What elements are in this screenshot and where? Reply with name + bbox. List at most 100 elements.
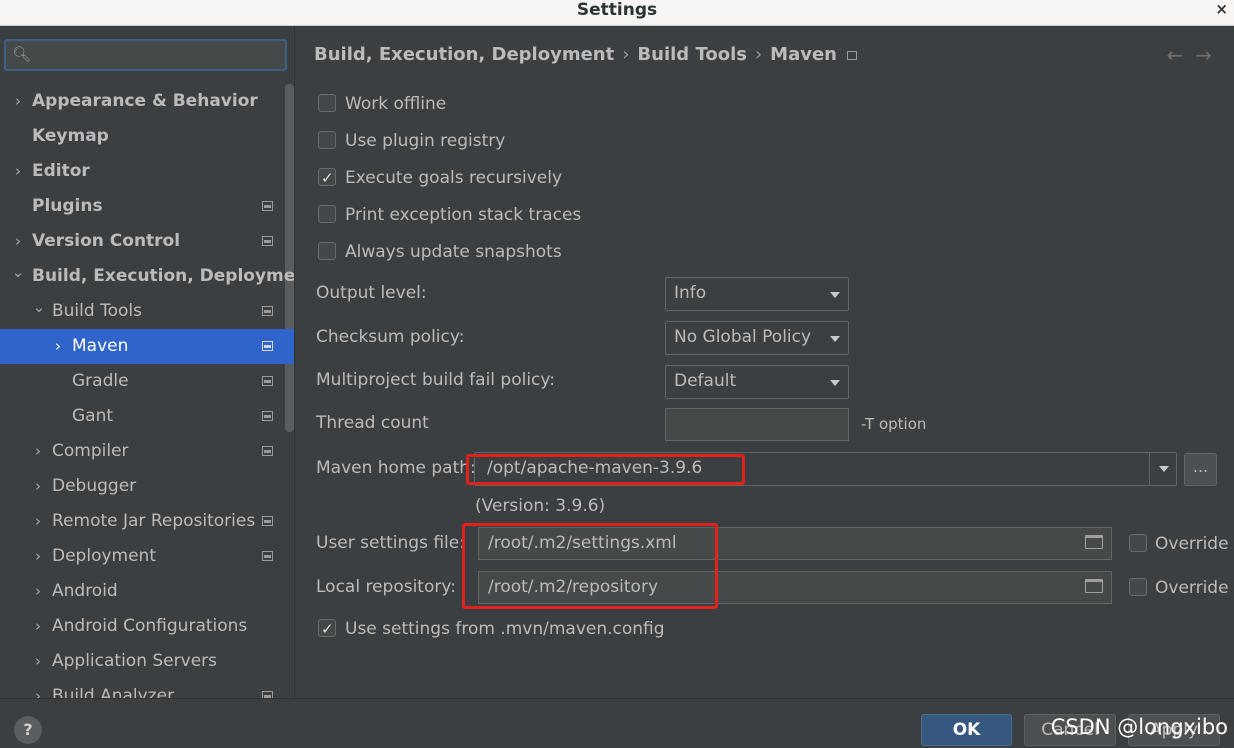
project-settings-icon: [262, 341, 273, 351]
dropdown-arrow-icon: [830, 380, 840, 386]
sidebar-item-build-tools[interactable]: ⌄ Build Tools: [0, 294, 294, 329]
user-settings-override-checkbox[interactable]: [1129, 534, 1147, 552]
project-settings-icon: [262, 691, 273, 698]
chevron-right-icon[interactable]: ›: [51, 329, 65, 364]
watermark-text: CSDN @longxibo: [1050, 715, 1228, 739]
sidebar-item-label: Version Control: [32, 231, 181, 251]
close-icon[interactable]: ×: [1215, 0, 1228, 18]
sidebar-item-label: Appearance & Behavior: [32, 91, 258, 111]
always-update-snapshots-label: Always update snapshots: [345, 242, 562, 262]
chevron-right-icon[interactable]: ›: [11, 224, 25, 259]
execute-goals-recursively-checkbox[interactable]: [318, 166, 336, 190]
chevron-right-icon[interactable]: ›: [11, 84, 25, 119]
project-settings-icon: [262, 236, 273, 246]
sidebar-item-build-execution-deployment[interactable]: ⌄ Build, Execution, Deployment: [0, 259, 294, 294]
project-settings-icon: [846, 50, 857, 60]
sidebar-item-label: Keymap: [32, 126, 109, 146]
sidebar-item-label: Deployment: [52, 546, 156, 566]
fail-policy-select[interactable]: Default: [665, 365, 849, 399]
back-arrow-icon[interactable]: ←: [1166, 43, 1195, 67]
thread-count-hint: -T option: [861, 415, 927, 433]
sidebar-item-label: Build Tools: [52, 301, 142, 321]
history-navigation: ←→: [1166, 43, 1224, 67]
local-repository-override-checkbox[interactable]: [1129, 578, 1147, 596]
sidebar-item-label: Build Analyzer: [52, 686, 175, 698]
maven-home-label: Maven home path:: [316, 458, 476, 478]
window-title-bar: Settings ×: [0, 0, 1234, 26]
project-settings-icon: [262, 376, 273, 386]
chevron-right-icon[interactable]: ›: [31, 469, 45, 504]
sidebar-item-label: Remote Jar Repositories: [52, 511, 256, 531]
breadcrumb-separator: ›: [754, 44, 763, 65]
annotation-box: [462, 523, 718, 609]
sidebar-item-maven[interactable]: › Maven: [0, 329, 294, 364]
execute-goals-recursively-label: Execute goals recursively: [345, 168, 563, 188]
local-repository-override-label: Override: [1155, 578, 1229, 598]
sidebar-item-keymap[interactable]: Keymap: [0, 119, 294, 154]
output-level-label: Output level:: [316, 283, 427, 303]
sidebar-item-appearance-behavior[interactable]: › Appearance & Behavior: [0, 84, 294, 119]
always-update-snapshots-checkbox[interactable]: [318, 242, 336, 260]
checksum-policy-select[interactable]: No Global Policy: [665, 321, 849, 355]
sidebar-item-label: Debugger: [52, 476, 137, 496]
use-plugin-registry-label: Use plugin registry: [345, 131, 506, 151]
window-title: Settings: [576, 0, 658, 20]
sidebar-item-build-analyzer[interactable]: › Build Analyzer: [0, 679, 294, 698]
chevron-down-icon[interactable]: ⌄: [32, 290, 46, 325]
sidebar-item-remote-jar-repositories[interactable]: › Remote Jar Repositories: [0, 504, 294, 539]
chevron-right-icon[interactable]: ›: [31, 644, 45, 679]
ok-button[interactable]: OK: [921, 714, 1012, 746]
maven-home-browse-button[interactable]: ...: [1184, 453, 1217, 486]
sidebar-item-android[interactable]: › Android: [0, 574, 294, 609]
checksum-policy-value: No Global Policy: [674, 327, 812, 347]
sidebar-item-debugger[interactable]: › Debugger: [0, 469, 294, 504]
forward-arrow-icon[interactable]: →: [1195, 43, 1224, 67]
folder-icon[interactable]: [1085, 535, 1103, 549]
dropdown-arrow-icon: [830, 336, 840, 342]
maven-settings-panel: Build, Execution, Deployment › Build Tools…: [296, 27, 1234, 698]
sidebar-item-application-servers[interactable]: › Application Servers: [0, 644, 294, 679]
sidebar-item-gradle[interactable]: Gradle: [0, 364, 294, 399]
use-mvn-config-checkbox[interactable]: [318, 617, 336, 641]
help-icon[interactable]: ?: [14, 716, 42, 744]
sidebar-item-label: Gant: [72, 406, 114, 426]
chevron-down-icon[interactable]: ⌄: [11, 255, 25, 290]
output-level-select[interactable]: Info: [665, 277, 849, 311]
sidebar-item-label: Compiler: [52, 441, 129, 461]
maven-home-dropdown-button[interactable]: [1149, 452, 1177, 486]
breadcrumb-item: Maven: [770, 44, 837, 65]
chevron-right-icon[interactable]: ›: [31, 679, 45, 698]
project-settings-icon: [262, 201, 273, 211]
sidebar-item-label: Android Configurations: [52, 616, 248, 636]
sidebar-item-deployment[interactable]: › Deployment: [0, 539, 294, 574]
sidebar-item-android-configurations[interactable]: › Android Configurations: [0, 609, 294, 644]
fail-policy-label: Multiproject build fail policy:: [316, 370, 555, 390]
maven-version-text: (Version: 3.9.6): [475, 496, 606, 516]
sidebar-item-plugins[interactable]: Plugins: [0, 189, 294, 224]
chevron-right-icon[interactable]: ›: [11, 154, 25, 189]
breadcrumb: Build, Execution, Deployment › Build Tools…: [314, 44, 857, 65]
project-settings-icon: [262, 306, 273, 316]
sidebar-item-gant[interactable]: Gant: [0, 399, 294, 434]
work-offline-label: Work offline: [345, 94, 447, 114]
chevron-right-icon[interactable]: ›: [31, 539, 45, 574]
thread-count-input[interactable]: [665, 408, 849, 441]
use-mvn-config-label: Use settings from .mvn/maven.config: [345, 619, 665, 639]
sidebar-item-label: Android: [52, 581, 118, 601]
dialog-button-bar: ? OK Cancel Apply CSDN @longxibo: [0, 698, 1234, 748]
sidebar-item-compiler[interactable]: › Compiler: [0, 434, 294, 469]
search-input[interactable]: 🔍︎: [4, 39, 287, 71]
sidebar-item-label: Plugins: [32, 196, 103, 216]
breadcrumb-item: Build Tools: [637, 44, 747, 65]
chevron-right-icon[interactable]: ›: [31, 609, 45, 644]
thread-count-label: Thread count: [316, 413, 429, 433]
use-plugin-registry-checkbox[interactable]: [318, 131, 336, 149]
sidebar-item-version-control[interactable]: › Version Control: [0, 224, 294, 259]
folder-icon[interactable]: [1085, 579, 1103, 593]
chevron-right-icon[interactable]: ›: [31, 574, 45, 609]
chevron-right-icon[interactable]: ›: [31, 504, 45, 539]
print-exception-stack-traces-checkbox[interactable]: [318, 205, 336, 223]
sidebar-item-editor[interactable]: › Editor: [0, 154, 294, 189]
work-offline-checkbox[interactable]: [318, 94, 336, 112]
chevron-right-icon[interactable]: ›: [31, 434, 45, 469]
